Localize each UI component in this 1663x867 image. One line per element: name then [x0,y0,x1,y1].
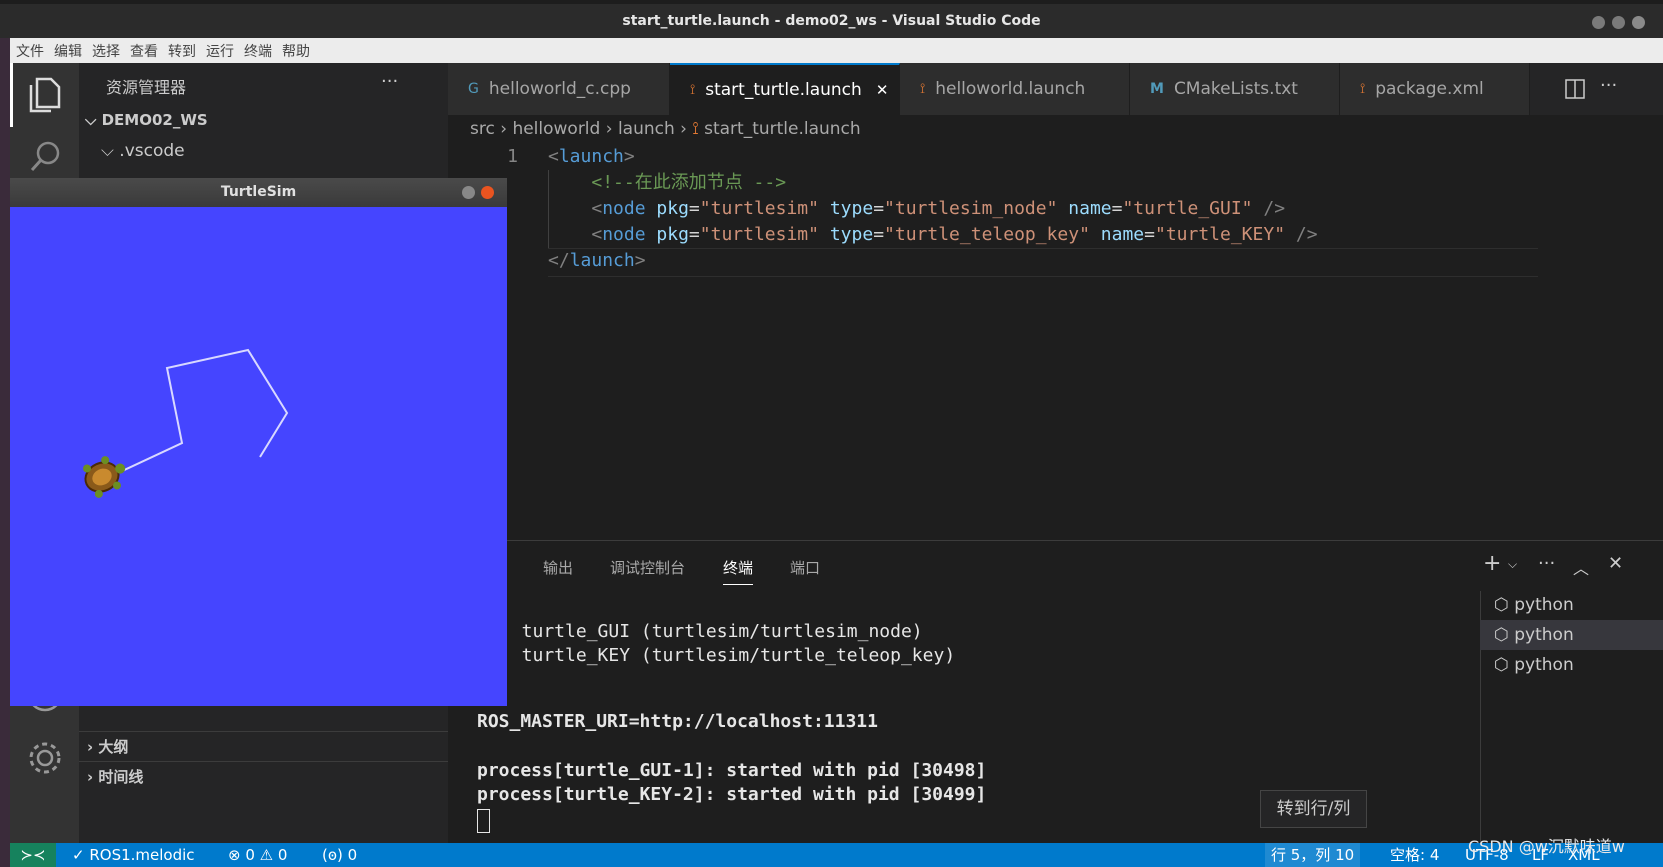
cmake-icon: M [1150,81,1164,97]
terminal-item[interactable]: ⬡ python [1480,620,1663,650]
tab-output[interactable]: 输出 [543,557,573,578]
active-indicator [10,63,13,127]
tab-helloworld-launch[interactable]: ⟟ helloworld.launch [900,63,1130,115]
tab-actions: ··· [1530,63,1663,115]
terminal-cursor [477,809,490,833]
more-actions-icon[interactable]: ··· [1600,75,1617,96]
sidebar-more-button[interactable]: ··· [381,71,398,92]
terminal-icon: ⬡ [1494,655,1515,675]
close-panel-icon[interactable]: ✕ [1608,553,1623,574]
tab-helloworld-cpp[interactable]: G helloworld_c.cpp [448,63,670,115]
tab-package-xml[interactable]: ⟟ package.xml [1340,63,1530,115]
turtle-icon [83,456,126,498]
chevron-down-icon[interactable]: ⌵ [1508,557,1517,572]
editor-tabs: G helloworld_c.cpp ⟟ start_turtle.launch… [448,63,1663,115]
terminal-line: process[turtle_GUI-1]: started with pid … [477,760,987,781]
chevron-down-icon: ⌵ [101,141,120,161]
chevron-right-icon: › [87,738,99,756]
code-lines[interactable]: <launch> <!--在此添加节点 --> <node pkg="turtl… [548,144,1318,274]
breadcrumb-file[interactable]: start_turtle.launch [704,119,861,139]
remote-icon[interactable]: ≻≺ [10,843,56,867]
divider [79,761,448,762]
menu-selection[interactable]: 选择 [86,41,124,61]
close-window-button[interactable] [1632,16,1645,29]
status-cursor-position[interactable]: 行 5，列 10 [1265,843,1361,867]
menu-file[interactable]: 文件 [10,41,48,61]
watermark: CSDN @w沉默味道w [1468,837,1625,856]
terminal-line: ROS_MASTER_URI=http://localhost:11311 [477,711,878,732]
more-actions-icon[interactable]: ··· [1538,553,1555,574]
close-tab-button[interactable]: ✕ [876,81,889,99]
terminal-line: turtle_GUI (turtlesim/turtlesim_node) [500,621,923,642]
close-window-button[interactable] [481,186,494,199]
search-icon[interactable] [29,139,63,173]
explorer-icon[interactable] [27,75,63,115]
terminal-item[interactable]: ⬡ python [1480,590,1663,620]
terminal-line: turtle_KEY (turtlesim/turtle_teleop_key) [500,645,956,666]
tab-terminal[interactable]: 终端 [723,557,754,585]
chevron-right-icon: › [87,768,99,786]
terminal-list: ⬡ python ⬡ python ⬡ python [1480,590,1663,700]
new-terminal-icon[interactable]: + [1483,551,1501,576]
menu-run[interactable]: 运行 [200,41,238,61]
menu-bar: 文件 编辑 选择 查看 转到 运行 终端 帮助 [10,38,1663,63]
tab-start-turtle-launch[interactable]: ⟟ start_turtle.launch ✕ [670,63,900,115]
menu-view[interactable]: 查看 [124,41,162,61]
line-number: 1 [507,146,518,167]
turtlesim-canvas[interactable] [10,178,507,706]
divider [79,731,448,732]
terminal-line: process[turtle_KEY-2]: started with pid … [477,784,987,805]
folder-vscode[interactable]: ⌵ .vscode [101,141,185,161]
workspace-root[interactable]: ⌵ DEMO02_WS [85,111,208,129]
breadcrumb-src[interactable]: src [470,119,495,139]
terminal-icon: ⬡ [1494,595,1515,615]
breadcrumb: src › helloworld › launch › ⟟ start_turt… [470,119,861,139]
maximize-button[interactable] [1612,16,1625,29]
terminal-item[interactable]: ⬡ python [1480,650,1663,680]
chevron-down-icon: ⌵ [85,111,102,129]
tab-ports[interactable]: 端口 [790,557,820,578]
menu-terminal[interactable]: 终端 [238,41,276,61]
menu-help[interactable]: 帮助 [276,41,314,61]
minimize-button[interactable] [462,186,475,199]
maximize-panel-icon[interactable]: ︿ [1573,555,1589,579]
tab-debug-console[interactable]: 调试控制台 [610,557,685,578]
menu-edit[interactable]: 编辑 [48,41,86,61]
cpp-icon: G [468,81,479,97]
outline-section[interactable]: › 大纲 [87,736,128,757]
turtlesim-titlebar: TurtleSim [10,178,507,207]
minimize-button[interactable] [1592,16,1605,29]
current-line-border [548,276,1538,277]
rss-icon: ⟟ [690,82,696,98]
terminal-icon: ⬡ [1494,625,1515,645]
gear-icon[interactable] [26,739,64,777]
status-ports[interactable]: (ꙩ) 0 [322,843,357,867]
split-editor-icon[interactable] [1565,79,1585,99]
sidebar-title: 资源管理器 [106,78,187,97]
status-problems[interactable]: ⊗ 0 ⚠ 0 [228,843,287,867]
status-indentation[interactable]: 空格: 4 [1390,843,1439,867]
turtle-path [83,348,289,498]
rss-icon: ⟟ [692,119,699,139]
ubuntu-dock [0,38,10,867]
tab-cmakelists[interactable]: M CMakeLists.txt [1130,63,1340,115]
turtlesim-title: TurtleSim [220,184,297,200]
status-workspace[interactable]: ✓ ROS1.melodic [72,843,195,867]
timeline-section[interactable]: › 时间线 [87,766,143,787]
breadcrumb-helloworld[interactable]: helloworld [512,119,600,139]
window-titlebar: start_turtle.launch - demo02_ws - Visual… [0,4,1663,38]
rss-icon: ⟟ [920,81,926,97]
goto-line-tooltip: 转到行/列 [1260,790,1367,828]
breadcrumb-launch[interactable]: launch [618,119,675,139]
menu-go[interactable]: 转到 [162,41,200,61]
status-bar: ≻≺ ✓ ROS1.melodic ⊗ 0 ⚠ 0 (ꙩ) 0 行 5，列 10… [10,837,1663,867]
window-title: start_turtle.launch - demo02_ws - Visual… [622,13,1041,29]
rss-icon: ⟟ [1360,81,1366,97]
